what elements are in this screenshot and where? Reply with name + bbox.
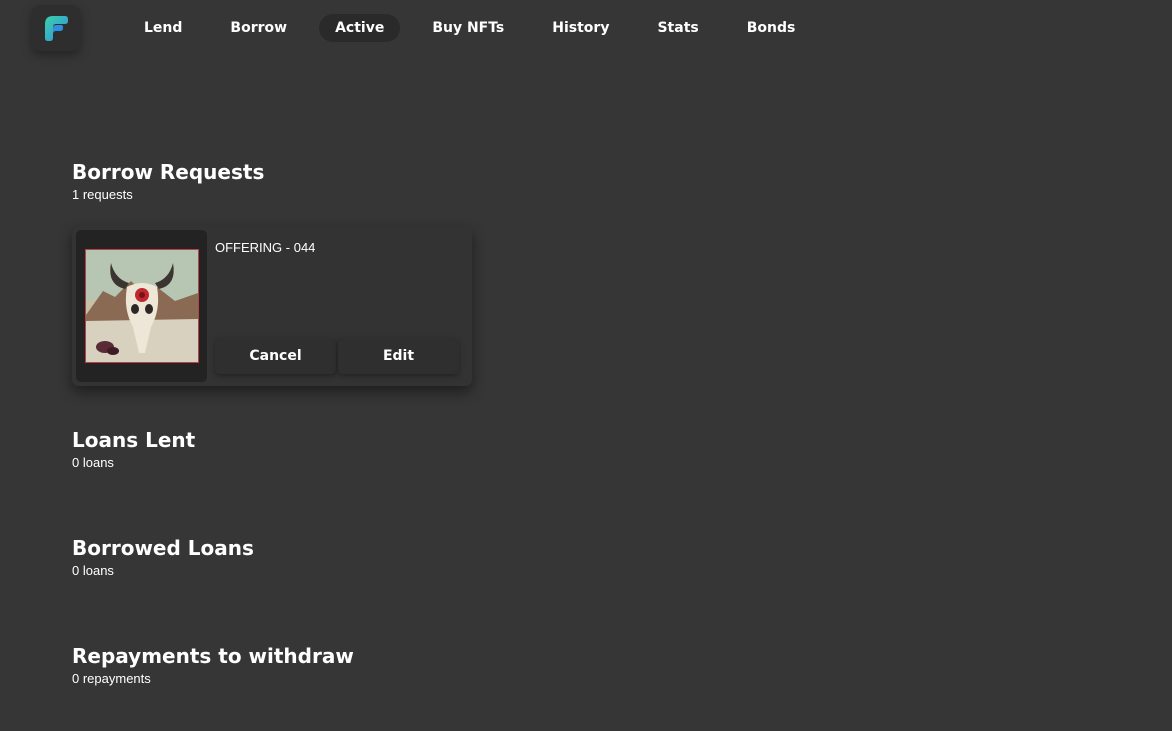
borrow-requests-title: Borrow Requests xyxy=(72,160,265,184)
top-navigation-bar: Lend Borrow Active Buy NFTs History Stat… xyxy=(0,0,1172,56)
borrowed-loans-section: Borrowed Loans 0 loans xyxy=(72,536,254,580)
repayments-count: 0 repayments xyxy=(72,671,151,686)
nav-history[interactable]: History xyxy=(536,14,625,42)
repayments-title: Repayments to withdraw xyxy=(72,644,354,668)
borrow-requests-section: Borrow Requests 1 requests xyxy=(72,160,264,204)
main-nav: Lend Borrow Active Buy NFTs History Stat… xyxy=(128,14,811,42)
loans-lent-count: 0 loans xyxy=(72,455,114,470)
repayments-section: Repayments to withdraw 0 repayments xyxy=(72,644,354,688)
borrowed-loans-count: 0 loans xyxy=(72,563,114,578)
nav-borrow[interactable]: Borrow xyxy=(214,14,303,42)
loans-lent-section: Loans Lent 0 loans xyxy=(72,428,195,472)
app-logo-icon[interactable] xyxy=(32,5,80,51)
borrow-requests-count: 1 requests xyxy=(72,187,133,202)
nft-skull-artwork-icon xyxy=(84,249,199,363)
nft-thumbnail[interactable] xyxy=(76,230,207,382)
logo-glyph-icon xyxy=(45,16,68,41)
edit-button[interactable]: Edit xyxy=(338,338,459,374)
nft-name: OFFERING - 044 xyxy=(215,240,316,255)
borrow-request-card: OFFERING - 044 Cancel Edit xyxy=(72,226,472,386)
borrowed-loans-title: Borrowed Loans xyxy=(72,536,254,560)
nav-bonds[interactable]: Bonds xyxy=(731,14,812,42)
nav-buy-nfts[interactable]: Buy NFTs xyxy=(416,14,520,42)
nav-stats[interactable]: Stats xyxy=(641,14,714,42)
nav-lend[interactable]: Lend xyxy=(128,14,198,42)
loans-lent-title: Loans Lent xyxy=(72,428,196,452)
nav-active[interactable]: Active xyxy=(319,14,401,42)
cancel-button[interactable]: Cancel xyxy=(215,338,336,374)
